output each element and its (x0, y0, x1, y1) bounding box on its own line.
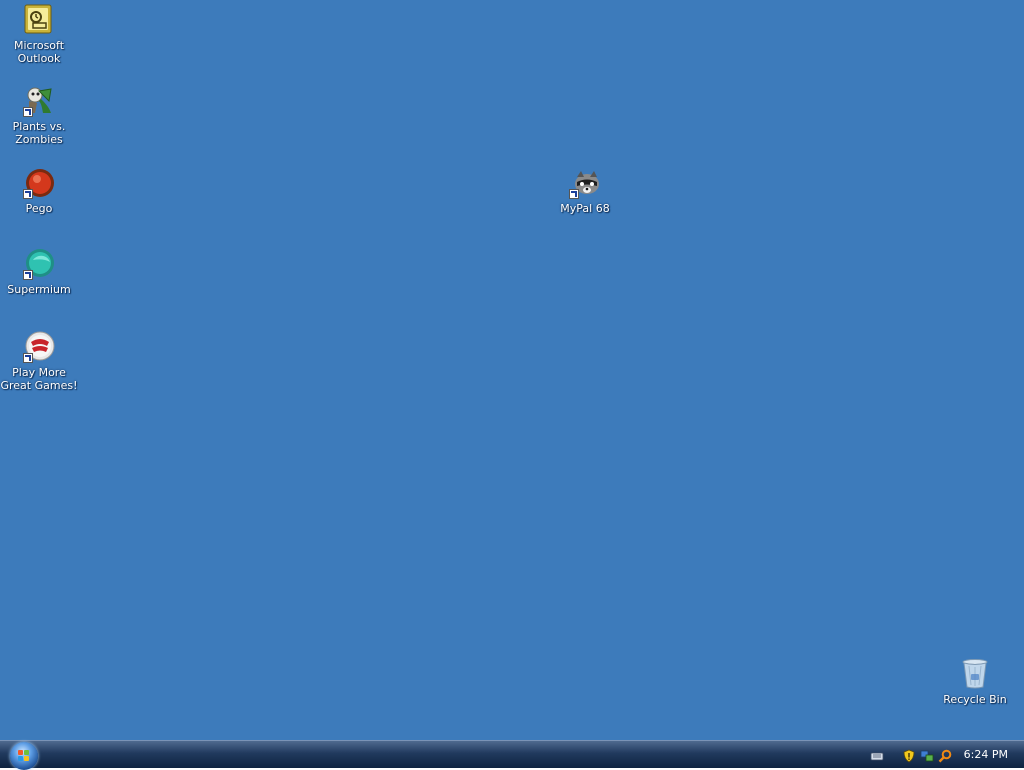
mypal-raccoon-icon (569, 167, 601, 199)
desktop-icon-microsoft-outlook[interactable]: Microsoft Outlook (0, 4, 78, 65)
desktop-icon-label: Play More Great Games! (0, 366, 78, 392)
security-shield-icon[interactable] (902, 748, 916, 762)
shortcut-arrow-icon (569, 189, 579, 199)
plants-vs-zombies-icon (23, 85, 55, 117)
desktop[interactable]: Microsoft Outlook Plants vs. Zombies Peg… (0, 0, 1024, 740)
desktop-icon-label: MyPal 68 (560, 202, 610, 215)
windows-logo-icon (18, 750, 30, 762)
desktop-icon-mypal-68[interactable]: MyPal 68 (546, 167, 624, 215)
network-icon[interactable] (920, 748, 934, 762)
desktop-icon-recycle-bin[interactable]: Recycle Bin (936, 658, 1014, 706)
desktop-icon-label: Supermium (7, 283, 71, 296)
shortcut-arrow-icon (23, 270, 33, 280)
popcap-icon (23, 331, 55, 363)
system-tray: 6:24 PM (868, 741, 1024, 768)
pego-icon (23, 167, 55, 199)
shortcut-arrow-icon (23, 353, 33, 363)
recycle-bin-icon (959, 658, 991, 690)
desktop-icon-supermium[interactable]: Supermium (0, 248, 78, 296)
taskbar: 6:24 PM (0, 740, 1024, 770)
outlook-icon (23, 4, 55, 36)
search-icon[interactable] (938, 748, 952, 762)
desktop-icon-label: Microsoft Outlook (13, 39, 65, 65)
desktop-icon-play-more-great-games[interactable]: Play More Great Games! (0, 331, 78, 392)
clock[interactable]: 6:24 PM (964, 748, 1008, 761)
start-button[interactable] (10, 742, 38, 770)
keyboard-icon[interactable] (870, 748, 884, 762)
desktop-icon-pego[interactable]: Pego (0, 167, 78, 215)
desktop-icon-label: Recycle Bin (943, 693, 1007, 706)
desktop-icon-label: Pego (25, 202, 53, 215)
shortcut-arrow-icon (23, 189, 33, 199)
supermium-icon (23, 248, 55, 280)
shortcut-arrow-icon (23, 107, 33, 117)
desktop-icon-plants-vs-zombies[interactable]: Plants vs. Zombies (0, 85, 78, 146)
desktop-icon-label: Plants vs. Zombies (12, 120, 66, 146)
